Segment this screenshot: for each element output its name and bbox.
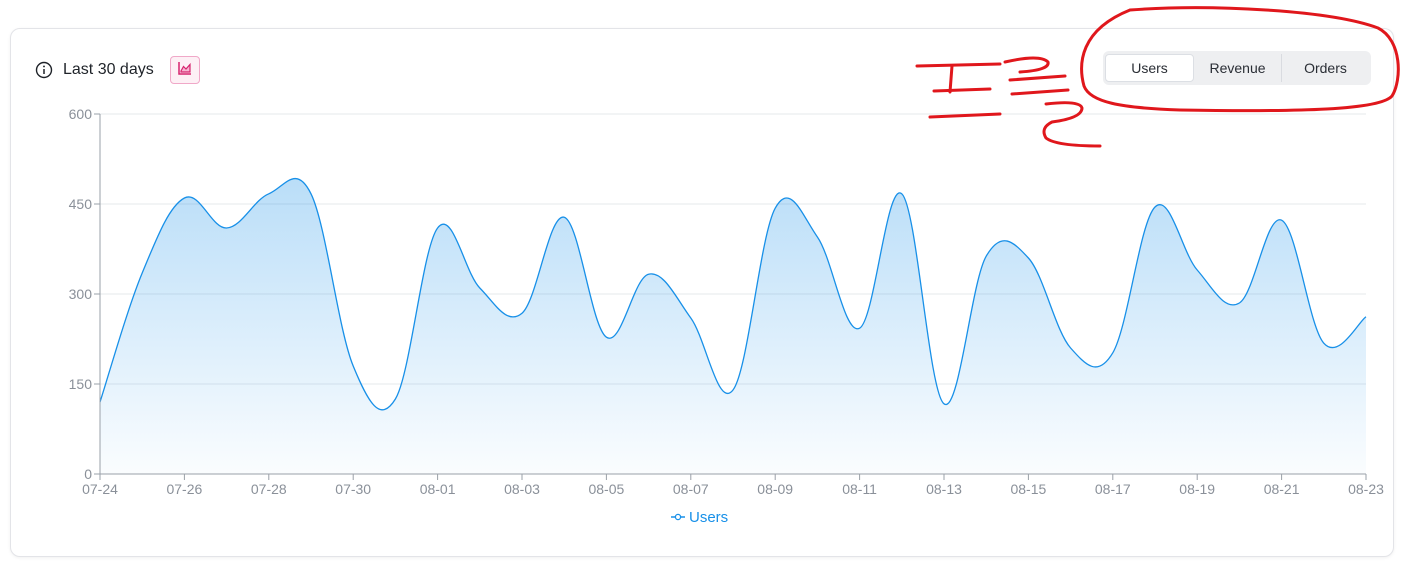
- x-tick-label: 08-05: [588, 481, 624, 497]
- users-area-chart: 0 150 300 450 600 07-24 07-26 07-28 07-30 08-01 08…: [69, 106, 1384, 526]
- x-tick-label: 08-07: [673, 481, 709, 497]
- x-tick-label: 08-09: [757, 481, 793, 497]
- x-tick-label: 08-11: [842, 481, 877, 497]
- legend-label: Users: [689, 509, 728, 526]
- x-tick-label: 08-01: [420, 481, 456, 497]
- x-tick-label: 07-26: [166, 481, 202, 497]
- y-tick-label: 600: [69, 106, 93, 122]
- y-tick-label: 450: [69, 196, 93, 212]
- y-tick-label: 150: [69, 376, 93, 392]
- y-tick-label: 300: [69, 286, 93, 302]
- x-tick-label: 07-30: [335, 481, 371, 497]
- x-tick-label: 08-23: [1348, 481, 1384, 497]
- x-tick-label: 08-17: [1095, 481, 1131, 497]
- legend-item-users[interactable]: Users: [671, 509, 728, 526]
- y-tick-label: 0: [84, 466, 92, 482]
- x-tick-label: 08-13: [926, 481, 962, 497]
- x-tick-label: 08-21: [1264, 481, 1300, 497]
- chart-card: Last 30 days Users Revenue Orders 0 150 30…: [10, 28, 1394, 557]
- x-tick-label: 08-19: [1179, 481, 1215, 497]
- users-area-fill: [100, 178, 1366, 474]
- x-tick-label: 07-24: [82, 481, 118, 497]
- x-tick-label: 08-15: [1010, 481, 1046, 497]
- x-tick-label: 07-28: [251, 481, 287, 497]
- x-tick-label: 08-03: [504, 481, 540, 497]
- legend-marker-icon: [674, 513, 682, 521]
